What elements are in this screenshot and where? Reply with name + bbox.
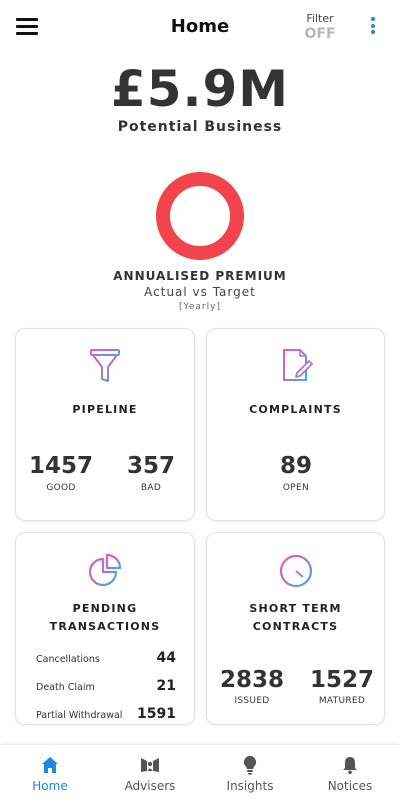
tab-notices[interactable]: Notices	[300, 745, 400, 800]
filter-label: Filter	[306, 12, 334, 25]
pipeline-bad-value: 357	[126, 453, 175, 479]
advisers-icon	[141, 758, 159, 772]
pending-row-label: Death Claim	[36, 682, 95, 693]
tab-label: Notices	[327, 779, 373, 793]
short-term-contracts-card[interactable]: SHORT TERM CONTRACTS 2838 ISSUED 1527 MA…	[206, 532, 385, 725]
tab-insights[interactable]: Insights	[200, 745, 300, 800]
complaints-card[interactable]: COMPLAINTS 89 OPEN	[206, 328, 385, 521]
more-vert-icon[interactable]	[366, 17, 380, 37]
page-title: Home	[170, 16, 230, 37]
tab-advisers[interactable]: Advisers	[100, 745, 200, 800]
app-bar: Home Filter OFF	[0, 0, 400, 56]
potential-business-amount: £5.9M	[110, 60, 290, 118]
pipeline-good-label: GOOD	[46, 483, 76, 493]
tab-label: Home	[32, 779, 68, 793]
filter-value: OFF	[304, 26, 336, 42]
short-term-title-line1: SHORT TERM	[249, 602, 342, 615]
pipeline-bad-label: BAD	[140, 483, 162, 493]
pipeline-good-value: 1457	[28, 453, 93, 479]
pending-row-value: 44	[156, 650, 176, 666]
pending-row-value: 21	[156, 678, 176, 694]
pending-title-line1: PENDING	[72, 602, 138, 615]
pending-row-cancellations: Cancellations 44	[36, 650, 176, 670]
premium-donut-chart[interactable]	[154, 170, 246, 262]
pending-transactions-card[interactable]: PENDING TRANSACTIONS Cancellations 44 De…	[15, 532, 195, 725]
menu-icon[interactable]	[16, 18, 38, 36]
tab-label: Advisers	[124, 779, 176, 793]
premium-title: ANNUALISED PREMIUM	[113, 269, 287, 283]
premium-period: [Yearly]	[179, 302, 221, 312]
short-term-matured-label: MATURED	[318, 696, 366, 706]
tab-home[interactable]: Home	[0, 745, 100, 800]
pending-row-label: Cancellations	[36, 654, 100, 665]
complaints-open-label: OPEN	[282, 483, 310, 493]
bottom-tab-bar: Home Advisers Insights Notices	[0, 744, 400, 800]
home-icon	[42, 757, 58, 773]
clock-icon	[279, 553, 312, 588]
short-term-issued-label: ISSUED	[234, 696, 270, 706]
complaint-document-icon	[282, 349, 313, 381]
short-term-issued-value: 2838	[219, 667, 284, 693]
pending-row-partial-withdrawal: Partial Withdrawal 1591	[36, 706, 176, 726]
pie-chart-icon	[88, 553, 122, 587]
complaints-open-value: 89	[279, 453, 312, 479]
complaints-title: COMPLAINTS	[249, 403, 342, 416]
bell-icon	[343, 757, 357, 775]
filter-toggle[interactable]: Filter OFF	[300, 12, 340, 42]
lightbulb-icon	[243, 755, 257, 775]
pending-row-label: Partial Withdrawal	[36, 710, 123, 721]
donut-target-ring	[156, 172, 244, 260]
pending-row-death-claim: Death Claim 21	[36, 678, 176, 698]
pipeline-title: PIPELINE	[72, 403, 138, 416]
pending-row-value: 1591	[137, 706, 176, 722]
pending-title-line2: TRANSACTIONS	[49, 620, 161, 633]
tab-label: Insights	[226, 779, 274, 793]
short-term-title-line2: CONTRACTS	[252, 620, 339, 633]
funnel-icon	[90, 349, 120, 382]
short-term-matured-value: 1527	[309, 667, 374, 693]
premium-subtitle: Actual vs Target	[144, 285, 256, 299]
pipeline-card[interactable]: PIPELINE 1457 GOOD 357 BAD	[15, 328, 195, 521]
potential-business-caption: Potential Business	[117, 119, 283, 135]
